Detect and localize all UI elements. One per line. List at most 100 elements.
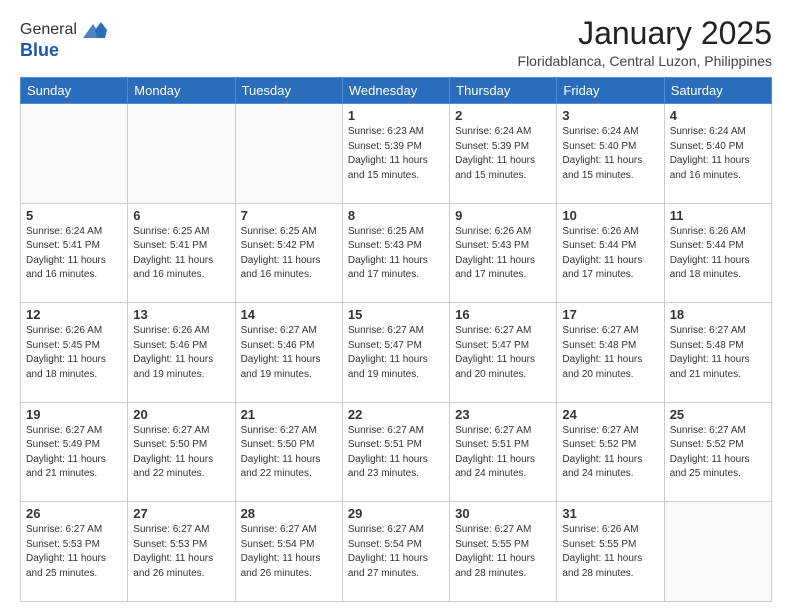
day-info: Sunrise: 6:27 AMSunset: 5:53 PMDaylight:… <box>133 523 229 581</box>
calendar-cell-w2-d2: 6 Sunrise: 6:25 AMSunset: 5:41 PMDaylight… <box>128 203 235 303</box>
calendar-cell-w2-d1: 5 Sunrise: 6:24 AMSunset: 5:41 PMDaylight… <box>21 203 128 303</box>
calendar-body: 1 Sunrise: 6:23 AMSunset: 5:39 PMDaylight… <box>21 104 772 602</box>
day-number: 11 <box>670 208 766 223</box>
calendar-cell-w4-d4: 22 Sunrise: 6:27 AMSunset: 5:51 PMDayligh… <box>342 402 449 502</box>
day-info: Sunrise: 6:27 AMSunset: 5:47 PMDaylight:… <box>348 324 444 382</box>
calendar-week-1: 1 Sunrise: 6:23 AMSunset: 5:39 PMDaylight… <box>21 104 772 204</box>
day-info: Sunrise: 6:27 AMSunset: 5:51 PMDaylight:… <box>348 424 444 482</box>
calendar-cell-w5-d2: 27 Sunrise: 6:27 AMSunset: 5:53 PMDayligh… <box>128 502 235 602</box>
calendar-cell-w3-d4: 15 Sunrise: 6:27 AMSunset: 5:47 PMDayligh… <box>342 303 449 403</box>
day-number: 15 <box>348 307 444 322</box>
calendar-cell-w5-d6: 31 Sunrise: 6:26 AMSunset: 5:55 PMDayligh… <box>557 502 664 602</box>
day-info: Sunrise: 6:26 AMSunset: 5:43 PMDaylight:… <box>455 225 551 283</box>
day-info: Sunrise: 6:27 AMSunset: 5:52 PMDaylight:… <box>670 424 766 482</box>
day-number: 24 <box>562 407 658 422</box>
day-info: Sunrise: 6:27 AMSunset: 5:52 PMDaylight:… <box>562 424 658 482</box>
calendar-cell-w3-d5: 16Sunrise: 6:27 AMSunset: 5:47 PMDayligh… <box>450 303 557 403</box>
day-number: 17 <box>562 307 658 322</box>
calendar-header-row: Sunday Monday Tuesday Wednesday Thursday… <box>21 78 772 104</box>
day-number: 8 <box>348 208 444 223</box>
calendar-week-4: 19Sunrise: 6:27 AMSunset: 5:49 PMDayligh… <box>21 402 772 502</box>
calendar-cell-w1-d5: 2Sunrise: 6:24 AMSunset: 5:39 PMDaylight… <box>450 104 557 204</box>
calendar-cell-w2-d4: 8Sunrise: 6:25 AMSunset: 5:43 PMDaylight… <box>342 203 449 303</box>
day-info: Sunrise: 6:26 AMSunset: 5:44 PMDaylight:… <box>670 225 766 283</box>
day-number: 16 <box>455 307 551 322</box>
day-info: Sunrise: 6:27 AMSunset: 5:54 PMDaylight:… <box>348 523 444 581</box>
calendar-cell-w4-d6: 24 Sunrise: 6:27 AMSunset: 5:52 PMDayligh… <box>557 402 664 502</box>
day-number: 21 <box>241 407 337 422</box>
day-number: 28 <box>241 506 337 521</box>
calendar-cell-w4-d5: 23 Sunrise: 6:27 AMSunset: 5:51 PMDayligh… <box>450 402 557 502</box>
day-info: Sunrise: 6:27 AMSunset: 5:48 PMDaylight:… <box>562 324 658 382</box>
col-thursday: Thursday <box>450 78 557 104</box>
day-info: Sunrise: 6:25 AMSunset: 5:41 PMDaylight:… <box>133 225 229 283</box>
calendar-cell-w4-d1: 19Sunrise: 6:27 AMSunset: 5:49 PMDayligh… <box>21 402 128 502</box>
day-number: 22 <box>348 407 444 422</box>
calendar-cell-w3-d3: 14 Sunrise: 6:27 AMSunset: 5:46 PMDayligh… <box>235 303 342 403</box>
calendar-cell-w1-d7: 4Sunrise: 6:24 AMSunset: 5:40 PMDaylight… <box>664 104 771 204</box>
day-info: Sunrise: 6:24 AMSunset: 5:39 PMDaylight:… <box>455 125 551 183</box>
logo: General Blue <box>20 16 107 61</box>
calendar-week-5: 26 Sunrise: 6:27 AMSunset: 5:53 PMDayligh… <box>21 502 772 602</box>
day-info: Sunrise: 6:24 AMSunset: 5:41 PMDaylight:… <box>26 225 122 283</box>
calendar-cell-w5-d4: 29 Sunrise: 6:27 AMSunset: 5:54 PMDayligh… <box>342 502 449 602</box>
calendar-cell-w2-d3: 7Sunrise: 6:25 AMSunset: 5:42 PMDaylight… <box>235 203 342 303</box>
calendar-cell-w5-d1: 26Sunrise: 6:27 AMSunset: 5:53 PMDayligh… <box>21 502 128 602</box>
day-info: Sunrise: 6:27 AMSunset: 5:55 PMDaylight:… <box>455 523 551 581</box>
day-number: 14 <box>241 307 337 322</box>
day-number: 3 <box>562 108 658 123</box>
calendar-cell-w4-d3: 21 Sunrise: 6:27 AMSunset: 5:50 PMDayligh… <box>235 402 342 502</box>
calendar-cell-w3-d7: 18Sunrise: 6:27 AMSunset: 5:48 PMDayligh… <box>664 303 771 403</box>
calendar-cell-w3-d1: 12Sunrise: 6:26 AMSunset: 5:45 PMDayligh… <box>21 303 128 403</box>
col-monday: Monday <box>128 78 235 104</box>
day-info: Sunrise: 6:24 AMSunset: 5:40 PMDaylight:… <box>562 125 658 183</box>
calendar-cell-w2-d6: 10Sunrise: 6:26 AMSunset: 5:44 PMDayligh… <box>557 203 664 303</box>
day-number: 27 <box>133 506 229 521</box>
day-number: 6 <box>133 208 229 223</box>
day-number: 26 <box>26 506 122 521</box>
day-info: Sunrise: 6:23 AMSunset: 5:39 PMDaylight:… <box>348 125 444 183</box>
day-info: Sunrise: 6:26 AMSunset: 5:55 PMDaylight:… <box>562 523 658 581</box>
header: General Blue January 2025 Floridablanca,… <box>20 16 772 69</box>
col-sunday: Sunday <box>21 78 128 104</box>
day-number: 1 <box>348 108 444 123</box>
calendar-cell-w1-d3 <box>235 104 342 204</box>
day-number: 30 <box>455 506 551 521</box>
calendar-cell-w2-d7: 11 Sunrise: 6:26 AMSunset: 5:44 PMDayligh… <box>664 203 771 303</box>
day-info: Sunrise: 6:27 AMSunset: 5:50 PMDaylight:… <box>241 424 337 482</box>
col-saturday: Saturday <box>664 78 771 104</box>
calendar-cell-w4-d7: 25 Sunrise: 6:27 AMSunset: 5:52 PMDayligh… <box>664 402 771 502</box>
day-info: Sunrise: 6:27 AMSunset: 5:46 PMDaylight:… <box>241 324 337 382</box>
day-number: 5 <box>26 208 122 223</box>
calendar-cell-w2-d5: 9 Sunrise: 6:26 AMSunset: 5:43 PMDaylight… <box>450 203 557 303</box>
page: General Blue January 2025 Floridablanca,… <box>0 0 792 612</box>
day-number: 19 <box>26 407 122 422</box>
calendar-week-2: 5 Sunrise: 6:24 AMSunset: 5:41 PMDaylight… <box>21 203 772 303</box>
day-number: 25 <box>670 407 766 422</box>
col-wednesday: Wednesday <box>342 78 449 104</box>
day-number: 9 <box>455 208 551 223</box>
location: Floridablanca, Central Luzon, Philippine… <box>518 53 772 69</box>
day-number: 31 <box>562 506 658 521</box>
day-info: Sunrise: 6:26 AMSunset: 5:45 PMDaylight:… <box>26 324 122 382</box>
logo-icon <box>79 16 107 44</box>
calendar-cell-w5-d7 <box>664 502 771 602</box>
day-number: 7 <box>241 208 337 223</box>
day-info: Sunrise: 6:27 AMSunset: 5:51 PMDaylight:… <box>455 424 551 482</box>
month-year: January 2025 <box>518 16 772 51</box>
calendar-cell-w1-d6: 3 Sunrise: 6:24 AMSunset: 5:40 PMDaylight… <box>557 104 664 204</box>
calendar-cell-w5-d3: 28Sunrise: 6:27 AMSunset: 5:54 PMDayligh… <box>235 502 342 602</box>
day-number: 20 <box>133 407 229 422</box>
calendar-cell-w1-d1 <box>21 104 128 204</box>
day-number: 29 <box>348 506 444 521</box>
calendar-table: Sunday Monday Tuesday Wednesday Thursday… <box>20 77 772 602</box>
day-number: 13 <box>133 307 229 322</box>
calendar-cell-w3-d6: 17 Sunrise: 6:27 AMSunset: 5:48 PMDayligh… <box>557 303 664 403</box>
calendar-cell-w5-d5: 30 Sunrise: 6:27 AMSunset: 5:55 PMDayligh… <box>450 502 557 602</box>
title-block: January 2025 Floridablanca, Central Luzo… <box>518 16 772 69</box>
logo-blue-text: Blue <box>20 40 59 61</box>
day-number: 23 <box>455 407 551 422</box>
day-info: Sunrise: 6:27 AMSunset: 5:50 PMDaylight:… <box>133 424 229 482</box>
day-info: Sunrise: 6:26 AMSunset: 5:46 PMDaylight:… <box>133 324 229 382</box>
day-number: 10 <box>562 208 658 223</box>
